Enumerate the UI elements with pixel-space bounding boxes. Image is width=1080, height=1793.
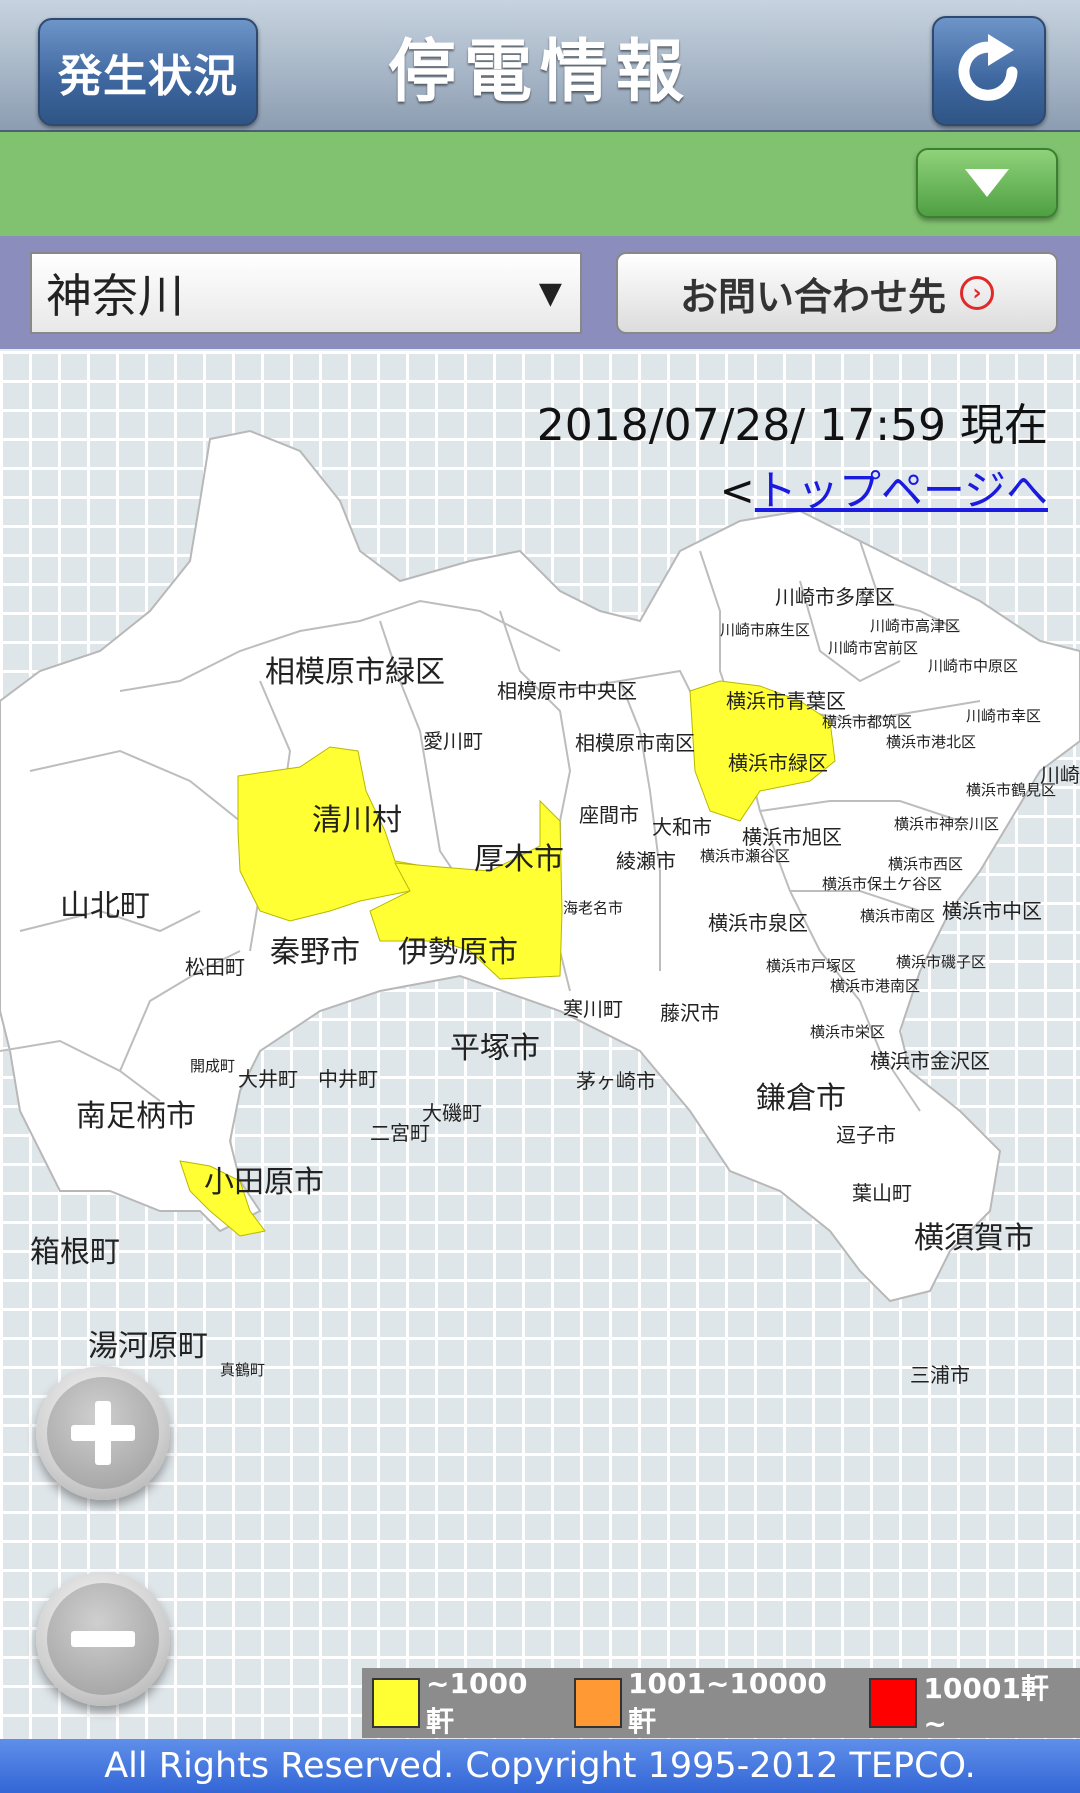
map-label[interactable]: 横浜市戸塚区 [766, 955, 856, 976]
minus-icon [71, 1631, 135, 1647]
legend-item-mid: 1001~10000軒 [573, 1666, 845, 1740]
map-label[interactable]: 葉山町 [852, 1177, 912, 1206]
zoom-out-button[interactable] [36, 1572, 170, 1706]
map-label[interactable]: 横浜市都筑区 [822, 711, 912, 732]
map-label[interactable]: 山北町 [60, 881, 150, 925]
map-label[interactable]: 横浜市鶴見区 [966, 779, 1056, 800]
legend-label-low: ~1000軒 [426, 1666, 528, 1738]
map-label[interactable]: 清川村 [312, 795, 402, 839]
legend-swatch-low [372, 1678, 421, 1728]
map-label[interactable]: 南足柄市 [76, 1091, 196, 1135]
map-label[interactable]: 中井町 [318, 1063, 378, 1092]
map-label[interactable]: 横浜市泉区 [708, 907, 808, 936]
contact-button[interactable]: お問い合わせ先 › [616, 252, 1058, 334]
map-label[interactable]: 開成町 [190, 1055, 235, 1076]
legend-label-mid: 1001~10000軒 [628, 1666, 827, 1738]
app-header: 停電情報 発生状況 [0, 0, 1080, 132]
map-label[interactable]: 愛川町 [423, 725, 483, 754]
refresh-button[interactable] [932, 16, 1046, 126]
dropdown-toggle-button[interactable] [916, 148, 1058, 218]
map-label[interactable]: 川崎市宮前区 [828, 637, 918, 658]
zoom-out-inner [47, 1583, 159, 1695]
plus-icon [71, 1401, 135, 1465]
map-label[interactable]: 三浦市 [910, 1359, 970, 1388]
map-label[interactable]: 横須賀市 [914, 1213, 1034, 1257]
legend-item-low: ~1000軒 [372, 1667, 550, 1740]
map-label[interactable]: 座間市 [579, 799, 639, 828]
map-label[interactable]: 平塚市 [450, 1023, 540, 1067]
map-label[interactable]: 箱根町 [30, 1227, 120, 1271]
map-label[interactable]: 大磯町 [422, 1097, 482, 1126]
map-label[interactable]: 横浜市瀬谷区 [700, 845, 790, 866]
map-label[interactable]: 横浜市中区 [942, 895, 1042, 924]
map-label[interactable]: 秦野市 [270, 927, 360, 971]
map-legend: ~1000軒 1001~10000軒 10001軒~ [362, 1666, 1080, 1740]
map-label[interactable]: 湯河原町 [88, 1321, 208, 1365]
map-label[interactable]: 横浜市磯子区 [896, 951, 986, 972]
select-arrow-icon: ▼ [538, 276, 562, 311]
update-timestamp: 2018/07/28/ 17:59 現在 [536, 400, 1048, 451]
map-label[interactable]: 川崎市中原区 [928, 655, 1018, 676]
map-label[interactable]: 横浜市神奈川区 [894, 813, 999, 834]
top-page-link-container: <トップページへ [720, 457, 1048, 518]
prefecture-select-value: 神奈川 [46, 269, 184, 323]
legend-swatch-high [869, 1678, 918, 1728]
top-link-prefix: < [719, 466, 755, 515]
map-label[interactable]: 寒川町 [563, 993, 623, 1022]
map-label[interactable]: 相模原市南区 [575, 727, 695, 756]
map-label[interactable]: 伊勢原市 [398, 927, 518, 971]
chevron-down-icon [965, 169, 1009, 197]
map-label[interactable]: 相模原市緑区 [265, 647, 445, 691]
map-label[interactable]: 綾瀬市 [616, 845, 676, 874]
map-label[interactable]: 相模原市中央区 [497, 675, 637, 704]
map-label[interactable]: 横浜市緑区 [728, 747, 828, 776]
legend-item-high: 10001軒~ [869, 1667, 1066, 1740]
map-label[interactable]: 小田原市 [204, 1157, 324, 1201]
map-label[interactable]: 川崎市麻生区 [720, 619, 810, 640]
map-label[interactable]: 横浜市栄区 [810, 1021, 885, 1042]
map-label[interactable]: 横浜市青葉区 [726, 685, 846, 714]
map-label[interactable]: 川崎市幸区 [966, 705, 1041, 726]
map-label[interactable]: 横浜市港南区 [830, 975, 920, 996]
map-label[interactable]: 二宮町 [370, 1117, 430, 1146]
map-label[interactable]: 川崎市多摩区 [775, 581, 895, 610]
map-label[interactable]: 川崎市高津区 [870, 615, 960, 636]
map-label[interactable]: 茅ヶ崎市 [576, 1065, 656, 1094]
arrow-right-circle-icon: › [960, 276, 994, 310]
legend-label-high: 10001軒~ [923, 1671, 1049, 1740]
contact-button-label: お問い合わせ先 [679, 274, 946, 319]
map-label[interactable]: 横浜市金沢区 [870, 1045, 990, 1074]
zoom-in-inner [47, 1377, 159, 1489]
zoom-in-button[interactable] [36, 1366, 170, 1500]
map-label[interactable]: 大和市 [652, 811, 712, 840]
legend-swatch-mid [573, 1678, 623, 1728]
prefecture-select[interactable]: 神奈川 ▼ [30, 252, 582, 334]
refresh-icon [958, 34, 1018, 101]
map-label[interactable]: 藤沢市 [660, 997, 720, 1026]
map-label[interactable]: 大井町 [238, 1063, 298, 1092]
map-label[interactable]: 横浜市港北区 [886, 731, 976, 752]
map-label[interactable]: 厚木市 [474, 834, 564, 878]
map-label[interactable]: 鎌倉市 [756, 1073, 846, 1117]
map-label[interactable]: 横浜市南区 [860, 905, 935, 926]
status-button[interactable]: 発生状況 [38, 18, 258, 126]
map-label[interactable]: 横浜市西区 [888, 853, 963, 874]
copyright-footer: All Rights Reserved. Copyright 1995-2012… [0, 1739, 1080, 1793]
map-label[interactable]: 逗子市 [836, 1119, 896, 1148]
map-label[interactable]: 海老名市 [563, 897, 623, 918]
map-label[interactable]: 真鶴町 [220, 1359, 265, 1380]
top-page-link[interactable]: トップページへ [755, 466, 1048, 515]
map-label[interactable]: 横浜市保土ケ谷区 [822, 873, 942, 894]
outage-map[interactable]: 2018/07/28/ 17:59 現在 <トップページへ 相模原市緑区 相模原… [0, 351, 1080, 1739]
map-label[interactable]: 松田町 [185, 951, 245, 980]
